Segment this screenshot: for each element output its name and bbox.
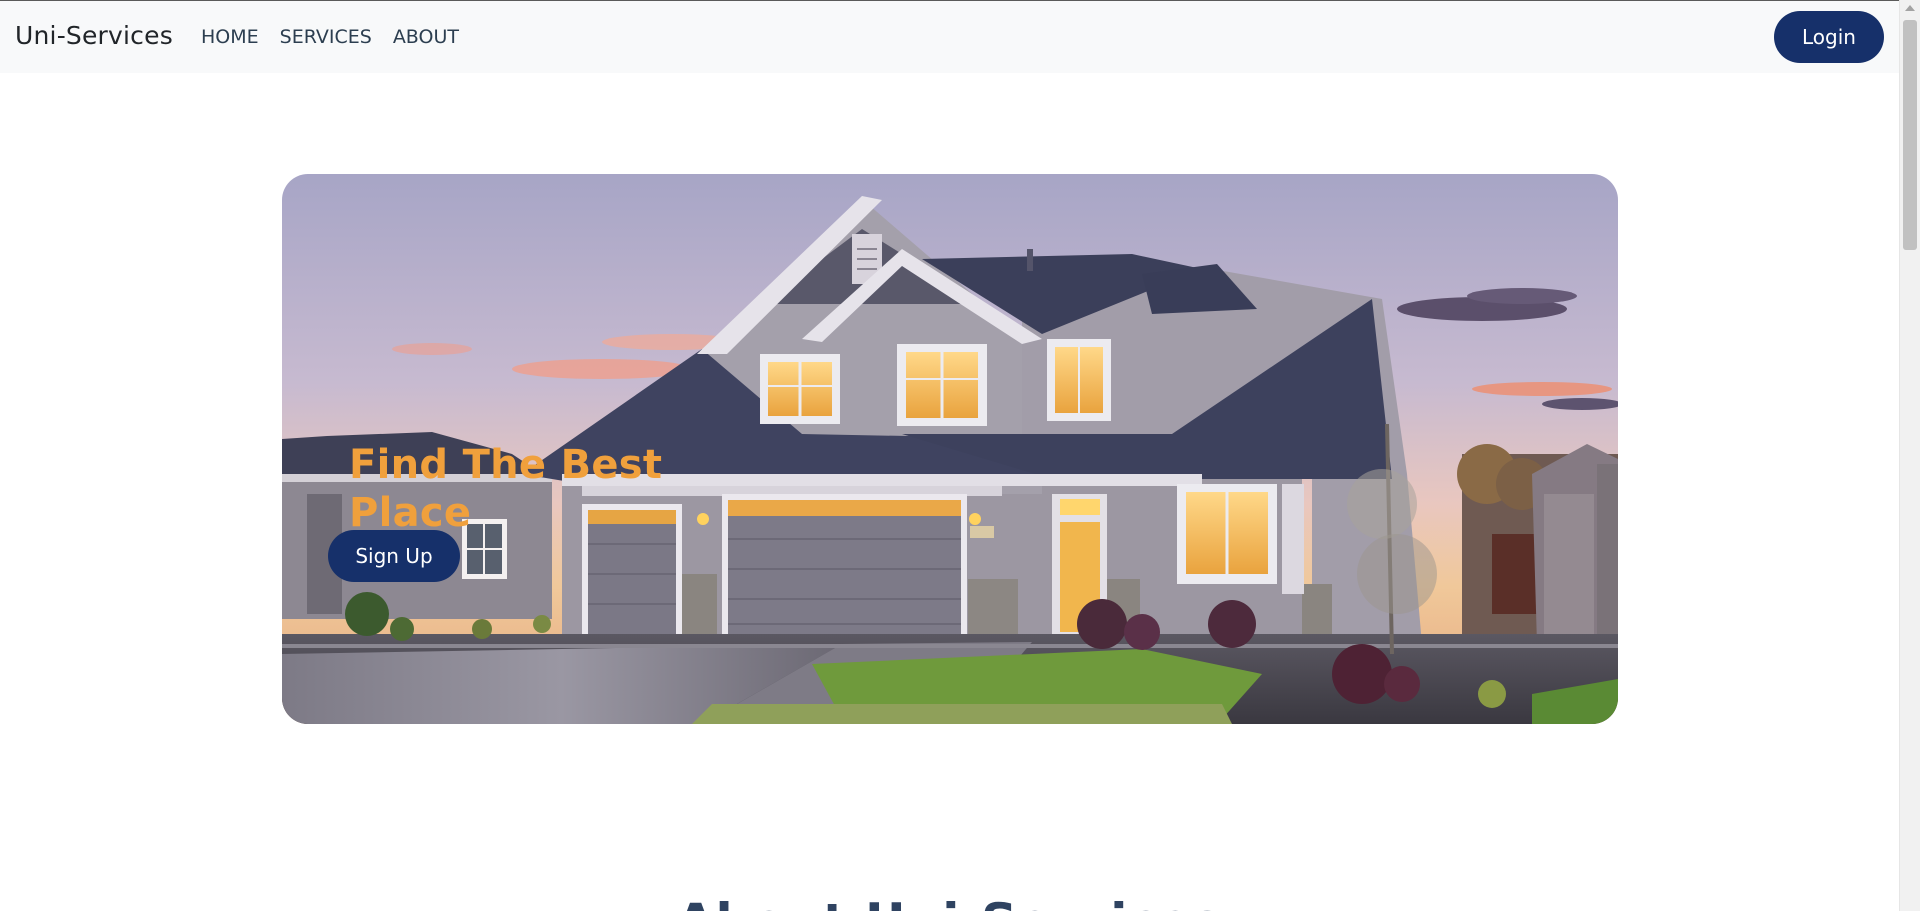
navbar: Uni-Services HOME SERVICES ABOUT Login — [0, 1, 1899, 73]
page-viewport: Uni-Services HOME SERVICES ABOUT Login F… — [0, 0, 1899, 911]
hero-banner: Find The Best Place Sign Up — [282, 174, 1618, 724]
page-scrollbar[interactable] — [1899, 0, 1920, 911]
login-button[interactable]: Login — [1774, 11, 1884, 63]
nav-links: HOME SERVICES ABOUT — [201, 25, 480, 49]
scroll-up-icon[interactable] — [1905, 5, 1915, 11]
nav-link-about[interactable]: ABOUT — [393, 25, 459, 49]
nav-link-home[interactable]: HOME — [201, 25, 259, 49]
about-section-title: About Uni-Services — [0, 891, 1899, 911]
brand-logo[interactable]: Uni-Services — [15, 21, 173, 50]
signup-button[interactable]: Sign Up — [328, 530, 460, 582]
scroll-thumb[interactable] — [1903, 20, 1917, 250]
nav-link-services[interactable]: SERVICES — [280, 25, 372, 49]
hero-title: Find The Best Place — [349, 441, 663, 536]
